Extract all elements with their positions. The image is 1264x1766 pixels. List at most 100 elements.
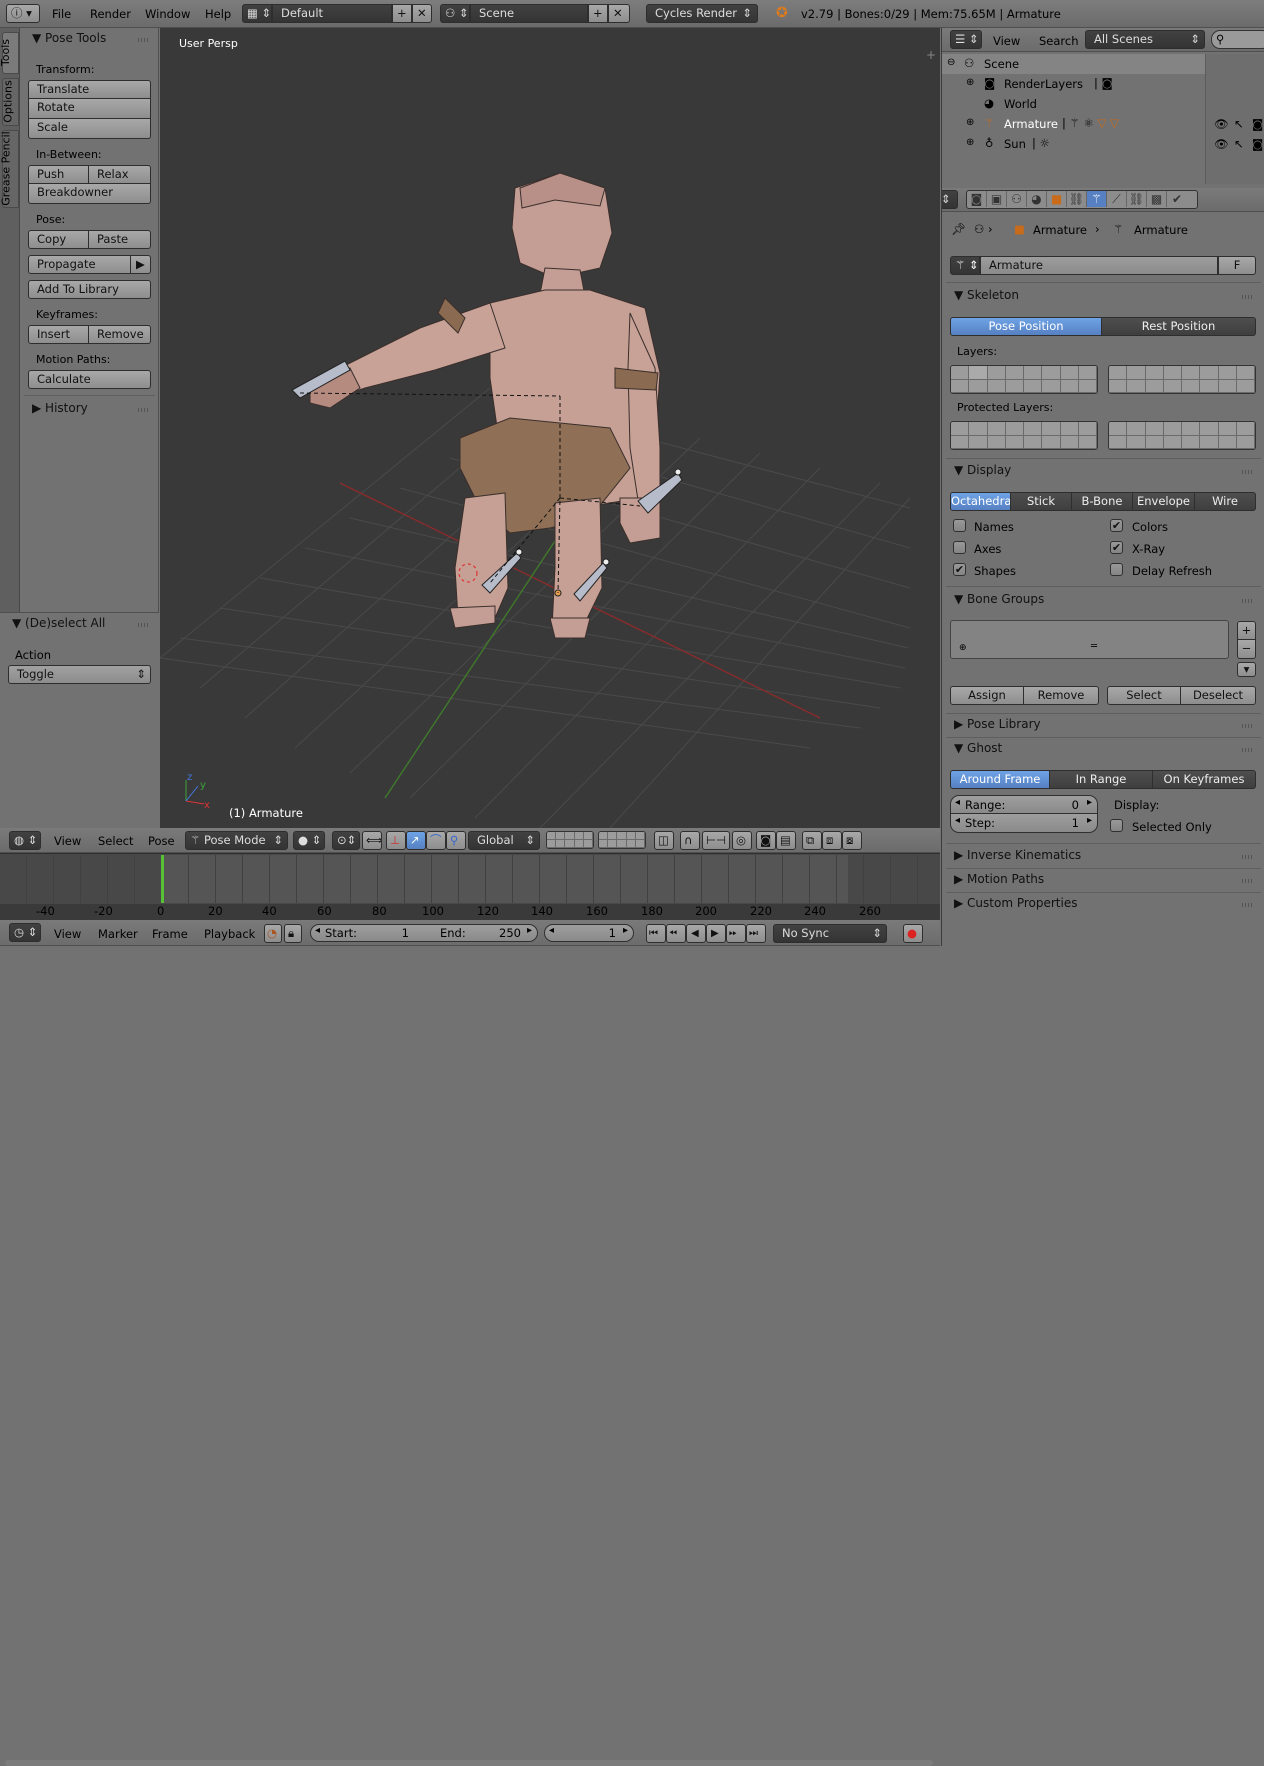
paste-pose-header-button[interactable]: ⧈ [822, 831, 842, 850]
layout-add-button[interactable]: + [392, 4, 412, 23]
start-frame-field[interactable]: ◂ Start: 1 [310, 924, 440, 942]
datablock-browse-button[interactable]: ⚚ ⇕ [950, 256, 980, 275]
panel-grip-icon[interactable] [138, 38, 150, 42]
colors-checkbox[interactable]: ✔ [1110, 519, 1123, 532]
panel-grip-icon[interactable] [1242, 855, 1254, 859]
menu-select[interactable]: Select [98, 834, 133, 848]
paste-pose-button[interactable]: Paste [89, 230, 151, 249]
pose-tools-header[interactable]: ▼ Pose Tools [32, 31, 106, 45]
panel-grip-icon[interactable] [1242, 724, 1254, 728]
bone-group-menu-button[interactable]: ▾ [1237, 662, 1256, 677]
jump-start-button[interactable]: ⏮︎ [646, 924, 666, 943]
panel-grip-icon[interactable] [1242, 470, 1254, 474]
orientation-select[interactable]: Global ⇕ [468, 831, 540, 850]
layout-icon-button[interactable]: ▦ ⇕ [242, 4, 272, 23]
physics-tab-icon[interactable]: ✔ [1167, 191, 1187, 207]
display-mode-select[interactable]: All Scenes ⇕ [1085, 30, 1205, 49]
menu-pose[interactable]: Pose [148, 834, 175, 848]
eye-icon[interactable]: 👁︎ [1214, 137, 1229, 151]
layout-delete-button[interactable]: ✕ [412, 4, 432, 23]
tab-grease-pencil[interactable]: Grease Pencil [0, 130, 19, 208]
menu-marker[interactable]: Marker [98, 927, 138, 941]
panel-grip-icon[interactable] [138, 623, 150, 627]
render-still-button[interactable]: ◙ [756, 831, 776, 850]
camera-icon[interactable]: ◙ [1252, 117, 1263, 131]
layout-name-field[interactable]: Default [272, 4, 392, 23]
outliner-row-scene[interactable]: ⊖ ⚇ Scene [942, 54, 1205, 74]
mode-select[interactable]: ⚚ Pose Mode ⇕ [185, 831, 288, 850]
bone-group-remove-button[interactable]: − [1237, 640, 1256, 659]
bone-constraint-tab-icon[interactable]: ⛓ [1127, 191, 1147, 207]
selected-only-checkbox[interactable] [1110, 819, 1123, 832]
cursor-icon[interactable]: ↖ [1234, 137, 1244, 151]
ghost-range-field[interactable]: ◂ Range: 0 ▸ [950, 795, 1098, 814]
outliner-row-armature[interactable]: ⊕ ⚚ Armature | ⚚ ⚛ ▽ ▽ [942, 114, 1205, 134]
ghost-panel-header[interactable]: ▼ Ghost [954, 741, 1002, 755]
assign-button[interactable]: Assign [950, 686, 1024, 705]
copy-pose-button[interactable]: Copy [28, 230, 89, 249]
scene-tab-icon[interactable]: ⚇ [1007, 191, 1027, 207]
lock-layers-button[interactable]: ◫ [654, 831, 674, 850]
scale-button[interactable]: Scale [28, 119, 151, 139]
paste-flipped-button[interactable]: ⧇ [842, 831, 862, 850]
editor-type-button[interactable]: ◷ ⇕ [9, 923, 41, 942]
translate-button[interactable]: Translate [28, 80, 151, 99]
bone-tab-icon[interactable]: ⟋ [1107, 191, 1127, 207]
deselect-group-button[interactable]: Deselect [1181, 686, 1256, 705]
rest-position-button[interactable]: Rest Position [1102, 317, 1256, 336]
camera-icon[interactable]: ◙ [1252, 137, 1263, 151]
inverse-kinematics-panel-header[interactable]: ▶ Inverse Kinematics [954, 848, 1081, 862]
scene-name-field[interactable]: Scene [470, 4, 588, 23]
menu-playback[interactable]: Playback [204, 927, 255, 941]
custom-properties-panel-header[interactable]: ▶ Custom Properties [954, 896, 1077, 910]
relax-button[interactable]: Relax [89, 165, 151, 184]
menu-frame[interactable]: Frame [152, 927, 188, 941]
panel-grip-icon[interactable] [1242, 748, 1254, 752]
menu-file[interactable]: File [52, 7, 71, 21]
layer-buttons-a[interactable] [546, 831, 594, 849]
world-tab-icon[interactable]: ◕ [1027, 191, 1047, 207]
layer-buttons-b[interactable] [598, 831, 646, 849]
protected-layers-b[interactable] [1108, 421, 1256, 450]
bone-group-add-button[interactable]: + [1237, 621, 1256, 640]
list-resize-grip-icon[interactable]: ═ [1091, 641, 1097, 652]
delay-refresh-checkbox[interactable] [1110, 563, 1123, 576]
viewport-3d[interactable]: y z x User Persp (1) Armature + [160, 28, 940, 828]
rotate-button[interactable]: Rotate [28, 99, 151, 119]
next-key-button[interactable]: ⏩︎ [726, 924, 746, 943]
jump-end-button[interactable]: ⏭︎ [746, 924, 766, 943]
menu-view[interactable]: View [54, 927, 81, 941]
timeline-scrubber[interactable] [0, 904, 940, 920]
play-reverse-button[interactable]: ◀ [686, 924, 706, 943]
draw-wire-button[interactable]: Wire [1195, 492, 1256, 511]
ghost-step-field[interactable]: ◂ Step: 1 ▸ [950, 814, 1098, 833]
context-tabs[interactable]: ◙ ▣ ⚇ ◕ ■ ⛓ ⚚ ⟋ ⛓ ▩ ✔ [966, 190, 1198, 209]
menu-view[interactable]: View [993, 34, 1020, 48]
snap-toggle[interactable]: ∩ [680, 831, 700, 850]
breakdowner-button[interactable]: Breakdowner [28, 184, 151, 204]
outliner-row-renderlayers[interactable]: ⊕ ◙ RenderLayers | ◙ [942, 74, 1205, 94]
preview-range-button[interactable]: ◔ [264, 924, 282, 943]
names-checkbox[interactable] [953, 519, 966, 532]
scale-manip-button[interactable]: ⌒ [426, 831, 446, 850]
scene-icon-button[interactable]: ⚇ ⇕ [440, 4, 470, 23]
draw-bbone-button[interactable]: B-Bone [1072, 492, 1133, 511]
draw-envelope-button[interactable]: Envelope [1133, 492, 1195, 511]
editor-type-button[interactable]: ☰ ⇕ [950, 30, 982, 49]
protected-layers-a[interactable] [950, 421, 1098, 450]
outliner-row-sun[interactable]: ⊕ ♁ Sun | ☼ [942, 134, 1205, 154]
draw-octahedral-button[interactable]: Octahedral [950, 492, 1011, 511]
action-select[interactable]: Toggle ⇕ [8, 665, 151, 684]
outliner-row-world[interactable]: ◕ World [942, 94, 1205, 114]
axes-checkbox[interactable] [953, 541, 966, 554]
insert-keyframe-button[interactable]: Insert [28, 325, 89, 344]
scene-add-button[interactable]: + [588, 4, 608, 23]
draw-stick-button[interactable]: Stick [1011, 492, 1072, 511]
region-toggle-plus-icon[interactable]: + [926, 48, 936, 62]
snap-element-select[interactable]: ⊢⊣ [702, 831, 730, 850]
bone-groups-list[interactable]: ⊕ ═ [950, 620, 1229, 659]
tab-tools[interactable]: Tools [0, 32, 19, 74]
lock-range-button[interactable]: 🔒︎ [284, 924, 302, 943]
current-frame-field[interactable]: ◂ 1 ▸ [544, 924, 634, 942]
armature-data-tab-icon[interactable]: ⚚ [1087, 191, 1107, 207]
